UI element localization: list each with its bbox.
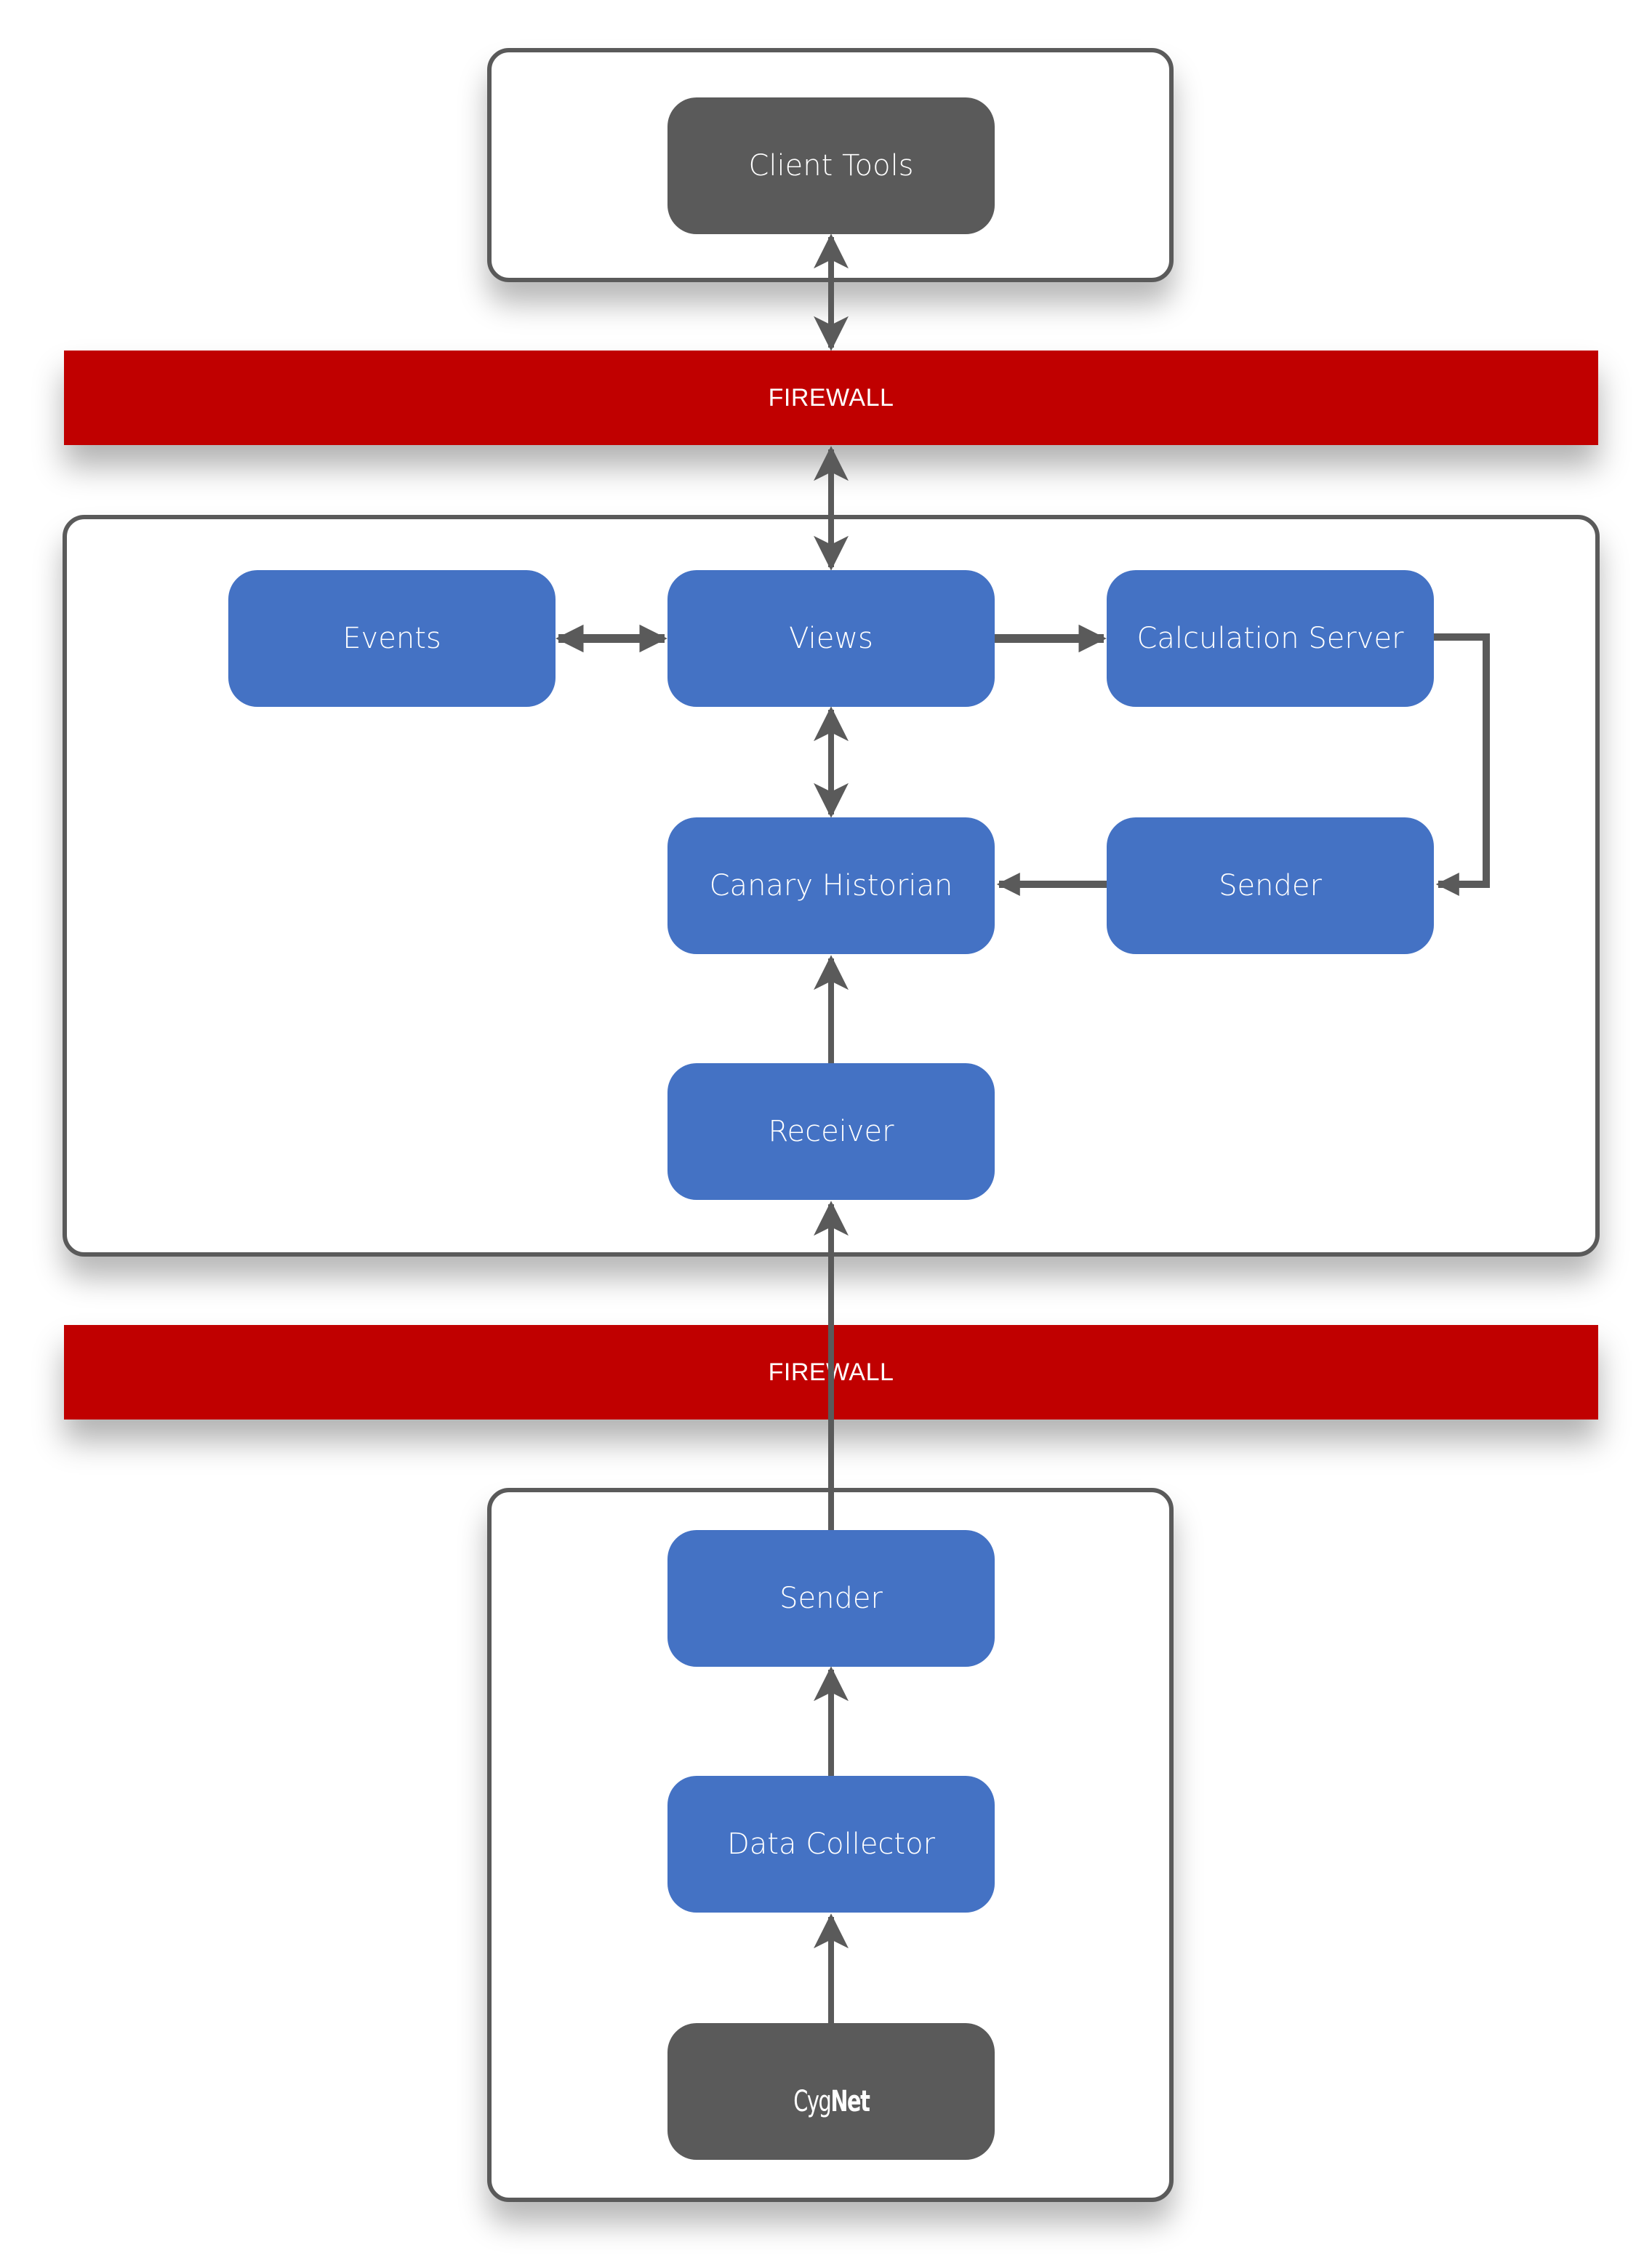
cygnet-logo-bold: Net: [830, 2085, 870, 2118]
client-tools-label: Client Tools: [748, 149, 914, 183]
canary-historian-node: Canary Historian: [667, 817, 995, 954]
calculation-server-label: Calculation Server: [1136, 622, 1404, 655]
receiver-node: Receiver: [667, 1063, 995, 1200]
field-sender-label: Sender: [779, 1582, 883, 1615]
views-label: Views: [789, 622, 873, 655]
firewall-top-label: FIREWALL: [768, 383, 894, 412]
server-sender-node: Sender: [1107, 817, 1434, 954]
cygnet-node: CygNet: [667, 2023, 995, 2160]
client-tools-node: Client Tools: [667, 97, 995, 234]
firewall-bottom-label: FIREWALL: [768, 1358, 894, 1386]
cygnet-logo: CygNet: [793, 2057, 870, 2126]
cygnet-logo-light: Cyg: [793, 2085, 832, 2118]
events-label: Events: [342, 622, 441, 655]
data-collector-node: Data Collector: [667, 1776, 995, 1913]
firewall-top: FIREWALL: [64, 351, 1598, 445]
events-node: Events: [228, 570, 556, 707]
calculation-server-node: Calculation Server: [1107, 570, 1434, 707]
receiver-label: Receiver: [768, 1115, 894, 1148]
field-sender-node: Sender: [667, 1530, 995, 1667]
firewall-bottom: FIREWALL: [64, 1325, 1598, 1420]
views-node: Views: [667, 570, 995, 707]
data-collector-label: Data Collector: [726, 1827, 936, 1861]
canary-historian-label: Canary Historian: [709, 869, 953, 902]
server-sender-label: Sender: [1219, 869, 1322, 902]
